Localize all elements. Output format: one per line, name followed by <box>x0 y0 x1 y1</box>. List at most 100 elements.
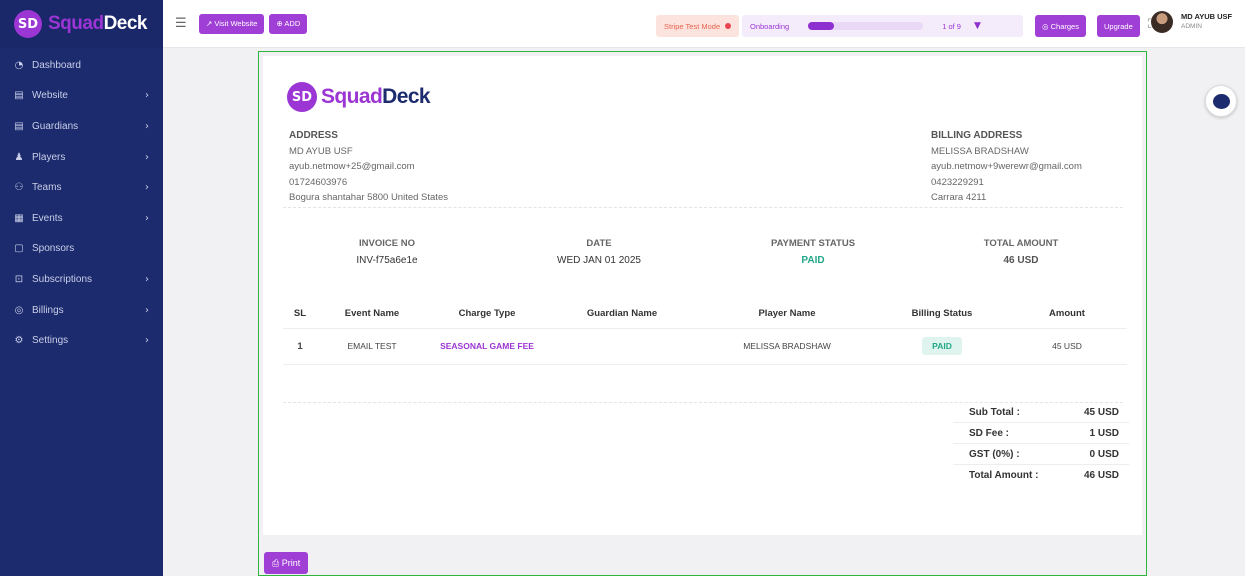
column-header: Player Name <box>697 300 877 329</box>
onboarding-label: Onboarding <box>750 21 790 31</box>
column-header: Charge Type <box>427 300 547 329</box>
sidebar-item-sponsors[interactable]: ▢ Sponsors <box>0 234 163 265</box>
sidebar-item-teams[interactable]: ⚇ Teams › <box>0 172 163 203</box>
invoice-logo-text: SquadDeck <box>321 85 431 109</box>
visit-website-button[interactable]: ↗ Visit Website <box>199 13 265 34</box>
sidebar-item-label: Guardians <box>32 120 79 132</box>
row-sl: 1 <box>283 328 317 365</box>
sidebar-item-billings[interactable]: ◎ Billings › <box>0 295 163 326</box>
chevron-right-icon: › <box>145 120 149 132</box>
divider <box>283 207 1123 208</box>
onboarding-progress-fill <box>808 22 834 30</box>
row-guardian-name <box>547 328 697 365</box>
total-value: 46 USD <box>1083 470 1119 481</box>
sponsors-icon: ▢ <box>14 243 24 255</box>
user-info: MD AYUB USF ADMIN <box>1181 12 1232 32</box>
sidebar-item-label: Settings <box>32 335 69 347</box>
upgrade-button[interactable]: Upgrade <box>1097 15 1140 37</box>
sidebar: SD SquadDeck ◔ Dashboard ▤ Website › ▤ Guard… <box>0 0 163 576</box>
column-header: Guardian Name <box>547 300 697 329</box>
row-event-name: EMAIL TEST <box>317 328 427 365</box>
total-amount: TOTAL AMOUNT 46 USD <box>921 238 1121 266</box>
invoice-card: SD SquadDeck ADDRESS MD AYUB USF ayub.ne… <box>263 56 1142 535</box>
guardians-icon: ▤ <box>14 120 24 132</box>
chevron-right-icon: › <box>145 182 149 194</box>
column-header: Event Name <box>317 300 427 329</box>
sidebar-item-players[interactable]: ♟ Players › <box>0 142 163 173</box>
payment-status: PAYMENT STATUS PAID <box>713 238 913 266</box>
dashboard-icon: ◔ <box>14 59 24 71</box>
print-button[interactable]: ⎙ Print <box>264 552 309 574</box>
add-button[interactable]: ⊕ ADD <box>269 13 308 34</box>
sidebar-item-label: Website <box>32 90 68 102</box>
column-header: Billing Status <box>877 300 1007 329</box>
invoice-frame: SD SquadDeck ADDRESS MD AYUB USF ayub.ne… <box>258 51 1147 576</box>
row-player-name: MELISSA BRADSHAW <box>697 328 877 365</box>
invoice-logo-a: Squad <box>321 85 383 108</box>
column-header: SL <box>283 300 317 329</box>
teams-icon: ⚇ <box>14 182 24 194</box>
onboarding-progress[interactable]: Onboarding 1 of 9 ▼ <box>742 15 1023 37</box>
charges-button[interactable]: ◎ Charges <box>1035 15 1086 37</box>
calendar-icon: ▦ <box>14 212 24 224</box>
sidebar-nav: ◔ Dashboard ▤ Website › ▤ Guardians › ♟ Player… <box>0 48 163 356</box>
gst-row: GST (0%) : 0 USD <box>953 444 1129 465</box>
subtotal-value: 45 USD <box>1083 406 1119 418</box>
invoice-number-value: INV-f75a6e1e <box>356 255 418 266</box>
sidebar-item-events[interactable]: ▦ Events › <box>0 203 163 234</box>
sd-fee-row: SD Fee : 1 USD <box>953 423 1129 444</box>
sidebar-item-label: Billings <box>32 304 64 316</box>
sidebar-item-guardians[interactable]: ▤ Guardians › <box>0 111 163 142</box>
sidebar-item-website[interactable]: ▤ Website › <box>0 81 163 112</box>
stripe-test-mode-badge[interactable]: Stripe Test Mode <box>656 15 740 37</box>
hamburger-icon[interactable]: ☰ <box>175 16 191 31</box>
total-row: Total Amount : 46 USD <box>953 465 1129 486</box>
gst-label: GST (0%) : <box>969 448 1020 460</box>
logo-icon: SD <box>14 10 42 38</box>
gear-icon: ⚙ <box>14 335 24 347</box>
subtotal-label: Sub Total : <box>969 406 1020 418</box>
invoice-logo-b: Deck <box>382 85 430 108</box>
address-heading: ADDRESS <box>289 130 338 141</box>
chevron-right-icon: › <box>145 90 149 102</box>
billings-icon: ◎ <box>14 304 24 316</box>
sidebar-item-subscriptions[interactable]: ⊡ Subscriptions › <box>0 264 163 295</box>
chat-bubble-icon <box>1212 93 1230 109</box>
payment-status-value: PAID <box>801 255 825 266</box>
chevron-right-icon: › <box>145 151 149 163</box>
sidebar-item-label: Subscriptions <box>32 273 93 285</box>
billing-location: Carrara 4211 <box>931 192 987 203</box>
sd-fee-value: 1 USD <box>1089 427 1119 439</box>
user-name: MD AYUB USF <box>1181 12 1233 21</box>
sidebar-item-dashboard[interactable]: ◔ Dashboard <box>0 50 163 81</box>
invoice-logo: SD SquadDeck <box>287 82 431 112</box>
sidebar-item-settings[interactable]: ⚙ Settings › <box>0 325 163 356</box>
address-phone: 01724603976 <box>289 176 348 188</box>
address-email: ayub.netmow+25@gmail.com <box>289 161 415 172</box>
billing-name: MELISSA BRADSHAW <box>931 145 1029 157</box>
invoice-number: INVOICE NO INV-f75a6e1e <box>287 238 487 266</box>
invoice-number-label: INVOICE NO <box>359 238 415 249</box>
brand-name: SquadDeck <box>48 13 147 35</box>
brand-logo[interactable]: SD SquadDeck <box>0 0 163 48</box>
total-amount-value: 46 USD <box>1003 255 1039 266</box>
stripe-test-mode-label: Stripe Test Mode <box>664 21 721 31</box>
avatar <box>1151 11 1173 33</box>
column-header: Amount <box>1007 300 1127 329</box>
row-charge-type[interactable]: SEASONAL GAME FEE <box>440 341 534 351</box>
chevron-right-icon: › <box>145 304 149 316</box>
sidebar-item-label: Teams <box>32 182 62 194</box>
address-name: MD AYUB USF <box>289 145 353 157</box>
row-amount: 45 USD <box>1007 328 1127 365</box>
website-icon: ▤ <box>14 90 24 102</box>
totals-summary: Sub Total : 45 USD SD Fee : 1 USD GST (0%)… <box>953 402 1129 486</box>
player-icon: ♟ <box>14 151 24 163</box>
billing-email: ayub.netmow+9werewr@gmail.com <box>931 161 1082 172</box>
chat-widget[interactable] <box>1205 85 1237 117</box>
brand-name-a: Squad <box>48 13 104 34</box>
address-location: Bogura shantahar 5800 United States <box>289 192 448 203</box>
user-menu[interactable]: MD AYUB USF ADMIN <box>1151 11 1232 33</box>
chevron-down-icon[interactable]: ▼ <box>974 21 981 31</box>
subtotal-row: Sub Total : 45 USD <box>953 402 1129 423</box>
billing-heading: BILLING ADDRESS <box>931 130 1023 141</box>
